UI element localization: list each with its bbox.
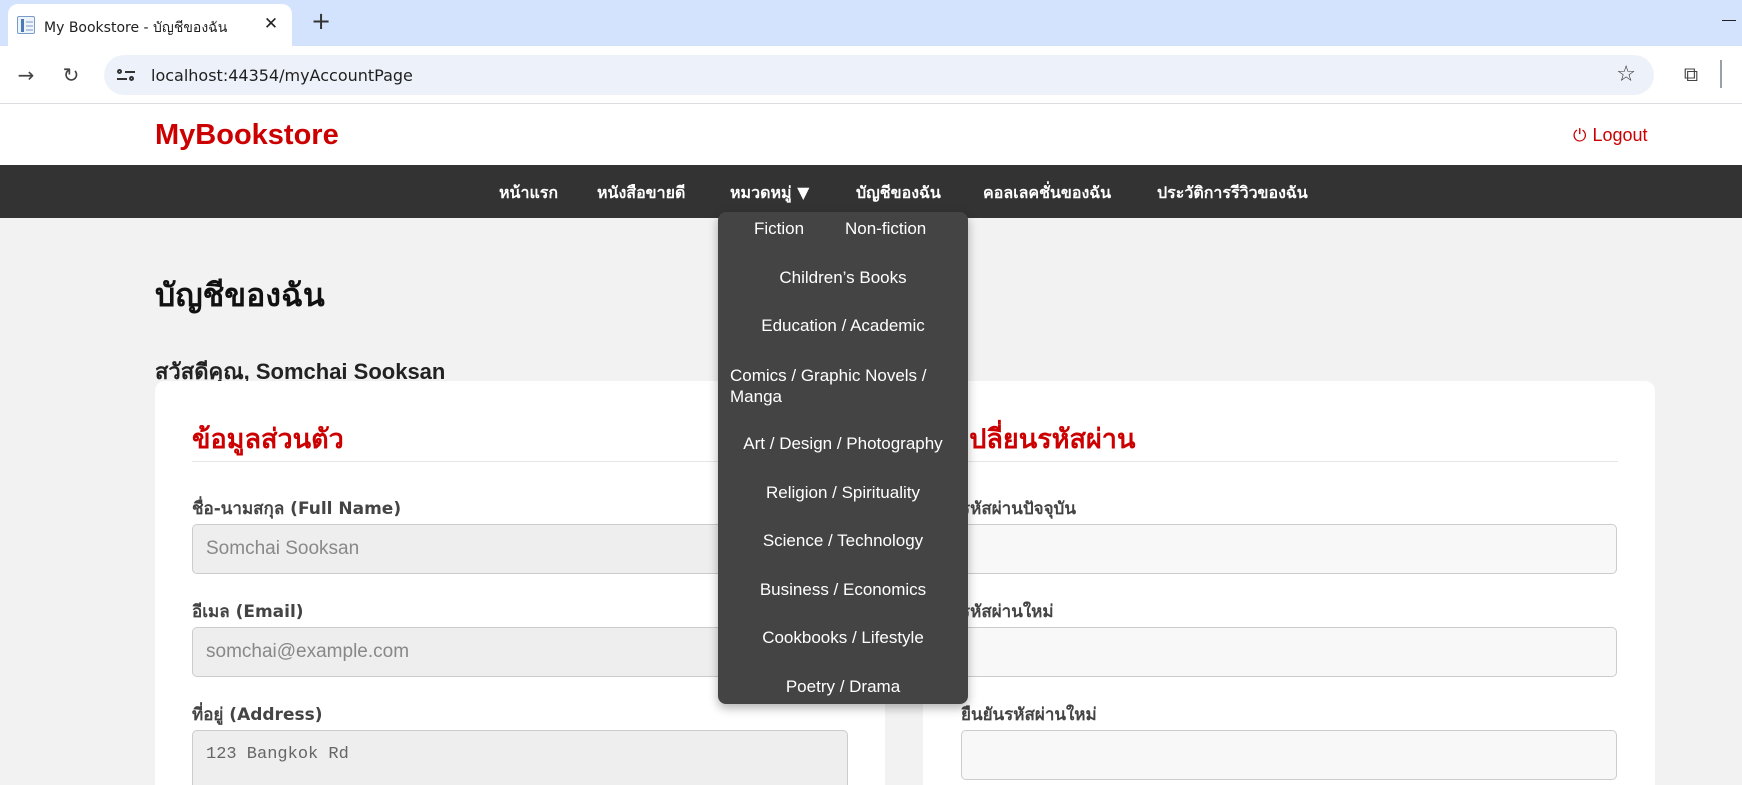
browser-toolbar: → ↻ localhost:44354/myAccountPage ☆ ⧉ [0,46,1742,104]
url-text: localhost:44354/myAccountPage [151,66,413,85]
favicon-icon [17,16,35,34]
site-header: MyBookstore ⏻ Logout [0,104,1742,165]
fullname-label: ชื่อ-นามสกุล (Full Name) [192,499,402,519]
category-non-fiction[interactable]: Non-fiction [845,219,926,239]
address-field[interactable]: 123 Bangkok Rd [192,730,848,785]
new-password-field[interactable] [961,627,1617,677]
power-icon: ⏻ [1573,126,1587,145]
category-comics[interactable]: Comics / Graphic Novels / Manga [730,365,958,407]
site-info-icon[interactable] [116,65,136,85]
change-password-heading: เปลี่ยนรหัสผ่าน [960,424,1136,455]
new-tab-icon[interactable]: + [308,8,334,34]
logout-label: Logout [1592,125,1648,145]
category-science[interactable]: Science / Technology [718,531,968,551]
address-label: ที่อยู่ (Address) [192,705,323,725]
divider [960,461,1618,462]
nav-item-categories[interactable]: หมวดหมู่ ▼ [730,181,809,206]
categories-dropdown: Fiction Non-fiction Children’s Books Edu… [718,212,968,704]
main-nav: หน้าแรก หนังสือขายดี หมวดหมู่ ▼ บัญชีของ… [0,165,1742,218]
change-password-card: เปลี่ยนรหัสผ่าน รหัสผ่านปัจจุบัน รหัสผ่า… [923,381,1655,785]
confirm-password-field[interactable] [961,730,1617,780]
browser-menu-icon[interactable] [1720,60,1723,88]
tab-title: My Bookstore - บัญชีของฉัน [44,20,228,36]
current-password-label: รหัสผ่านปัจจุบัน [961,499,1076,519]
category-fiction[interactable]: Fiction [754,219,804,239]
logout-link[interactable]: ⏻ Logout [1573,125,1648,146]
browser-tab[interactable]: My Bookstore - บัญชีของฉัน ✕ [8,4,292,46]
category-poetry[interactable]: Poetry / Drama [718,677,968,697]
page-title: บัญชีของฉัน [155,276,325,314]
category-business[interactable]: Business / Economics [718,580,968,600]
nav-item-home[interactable]: หน้าแรก [499,181,558,206]
nav-item-my-reviews[interactable]: ประวัติการรีวิวของฉัน [1157,181,1308,206]
confirm-password-label: ยืนยันรหัสผ่านใหม่ [961,705,1097,725]
site-logo[interactable]: MyBookstore [155,119,339,152]
star-icon[interactable]: ☆ [1616,62,1636,87]
new-password-label: รหัสผ่านใหม่ [961,602,1054,622]
email-label: อีเมล (Email) [192,602,304,622]
category-religion[interactable]: Religion / Spirituality [718,483,968,503]
nav-item-my-collection[interactable]: คอลเลคชั่นของฉัน [983,181,1111,206]
puzzle-icon[interactable]: ⧉ [1675,58,1707,90]
personal-info-heading: ข้อมูลส่วนตัว [192,424,344,455]
close-tab-icon[interactable]: ✕ [260,13,282,35]
category-cookbooks[interactable]: Cookbooks / Lifestyle [718,628,968,648]
category-education[interactable]: Education / Academic [718,316,968,336]
current-password-field[interactable] [961,524,1617,574]
category-childrens-books[interactable]: Children’s Books [718,268,968,288]
nav-item-bestsellers[interactable]: หนังสือขายดี [597,181,685,206]
minimize-icon[interactable] [1722,20,1736,21]
nav-item-my-account[interactable]: บัญชีของฉัน [856,181,941,206]
arrow-right-icon[interactable]: → [10,59,42,91]
reload-icon[interactable]: ↻ [55,59,87,91]
category-art-design[interactable]: Art / Design / Photography [718,434,968,454]
browser-tab-strip: My Bookstore - บัญชีของฉัน ✕ + [0,0,1742,46]
address-bar[interactable]: localhost:44354/myAccountPage ☆ [104,55,1654,95]
